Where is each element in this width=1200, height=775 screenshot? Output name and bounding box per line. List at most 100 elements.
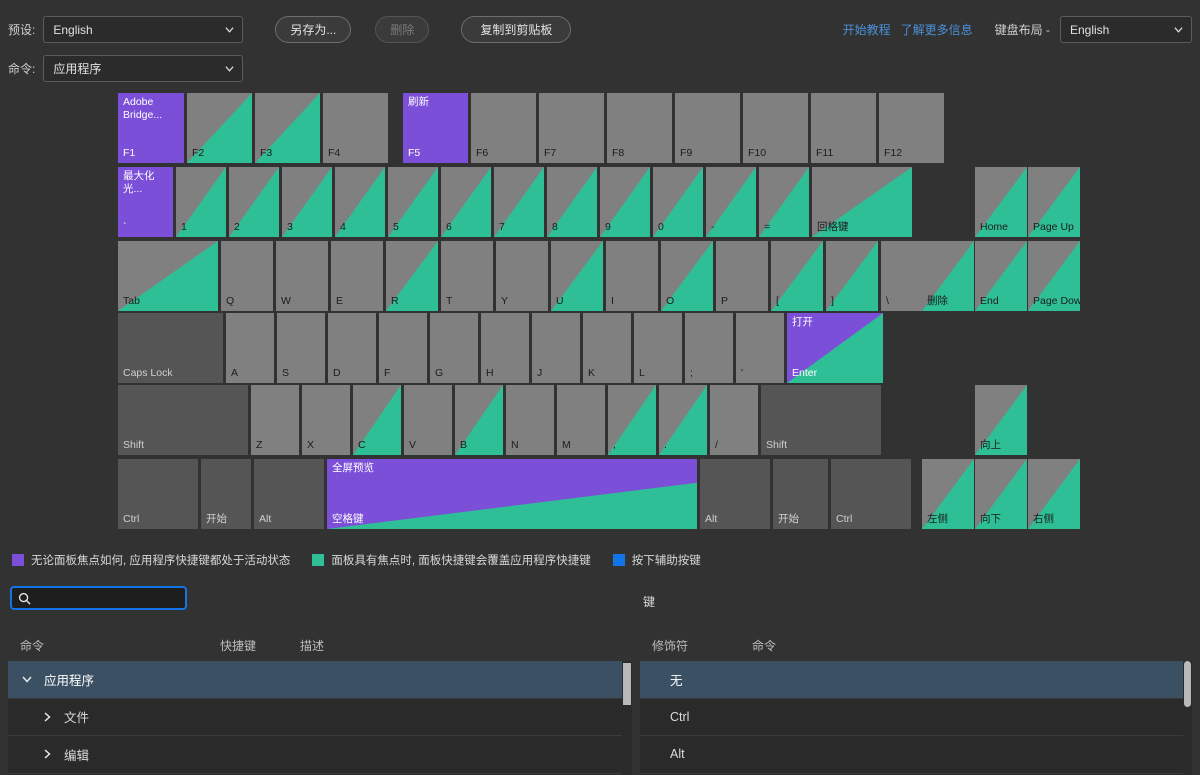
keyboard-key[interactable]: M bbox=[557, 385, 605, 455]
chevron-right-icon[interactable] bbox=[40, 710, 54, 724]
preset-select[interactable]: English bbox=[43, 16, 243, 43]
start-tutorial-link[interactable]: 开始教程 bbox=[843, 21, 891, 38]
keyboard-key[interactable]: F bbox=[379, 313, 427, 383]
table-row[interactable]: 编辑 bbox=[8, 736, 632, 774]
table-row[interactable]: 文件 bbox=[8, 699, 632, 737]
command-select[interactable]: 应用程序 bbox=[43, 55, 243, 82]
keyboard-key[interactable]: V bbox=[404, 385, 452, 455]
keyboard-key[interactable]: Home bbox=[975, 167, 1027, 237]
keyboard-key[interactable]: L bbox=[634, 313, 682, 383]
chevron-right-icon[interactable] bbox=[40, 747, 54, 761]
search-field[interactable] bbox=[10, 586, 187, 610]
keyboard-key[interactable]: 1 bbox=[176, 167, 226, 237]
table-row[interactable]: Ctrl bbox=[640, 699, 1192, 737]
keyboard-key[interactable]: ] bbox=[826, 241, 878, 311]
keyboard-key[interactable]: 9 bbox=[600, 167, 650, 237]
learn-more-link[interactable]: 了解更多信息 bbox=[901, 21, 973, 38]
keyboard-key[interactable]: F7 bbox=[539, 93, 604, 163]
keyboard-key[interactable]: ; bbox=[685, 313, 733, 383]
delete-preset-button[interactable]: 删除 bbox=[375, 16, 429, 43]
commands-table[interactable]: 应用程序文件编辑 bbox=[8, 661, 632, 775]
keyboard-key[interactable]: F11 bbox=[811, 93, 876, 163]
keyboard-key[interactable]: W bbox=[276, 241, 328, 311]
keyboard-key[interactable]: F4 bbox=[323, 93, 388, 163]
keyboard-key[interactable]: H bbox=[481, 313, 529, 383]
keyboard-key[interactable]: T bbox=[441, 241, 493, 311]
keyboard-key[interactable]: 左侧 bbox=[922, 459, 974, 529]
keyboard-key[interactable]: P bbox=[716, 241, 768, 311]
chevron-down-icon[interactable] bbox=[20, 672, 34, 686]
copy-to-clipboard-button[interactable]: 复制到剪贴板 bbox=[461, 16, 571, 43]
keyboard-key[interactable]: Q bbox=[221, 241, 273, 311]
keyboard-key[interactable]: Caps Lock bbox=[118, 313, 223, 383]
keyboard-key[interactable]: D bbox=[328, 313, 376, 383]
keyboard-key[interactable]: Ctrl bbox=[831, 459, 911, 529]
keyboard-key[interactable]: . bbox=[659, 385, 707, 455]
keyboard-key[interactable]: G bbox=[430, 313, 478, 383]
commands-scrollbar[interactable] bbox=[622, 661, 632, 775]
table-row[interactable]: 应用程序 bbox=[8, 661, 632, 699]
keyboard-key[interactable]: Alt bbox=[254, 459, 324, 529]
keyboard-key[interactable]: Alt bbox=[700, 459, 770, 529]
keyboard-key[interactable]: Ctrl bbox=[118, 459, 198, 529]
search-input[interactable] bbox=[37, 588, 179, 608]
keyboard-key[interactable]: 回格键 bbox=[812, 167, 912, 237]
keyboard-key[interactable]: 开始 bbox=[201, 459, 251, 529]
keyboard-key[interactable]: 删除 bbox=[922, 241, 974, 311]
keyboard-key[interactable]: 全屏预览空格键 bbox=[327, 459, 697, 529]
keyboard-key[interactable]: 打开Enter bbox=[787, 313, 883, 383]
keyboard-key[interactable]: Adobe Bridge...F1 bbox=[118, 93, 184, 163]
keyboard-key[interactable]: = bbox=[759, 167, 809, 237]
keyboard-key[interactable]: ' bbox=[736, 313, 784, 383]
keyboard-key[interactable]: End bbox=[975, 241, 1027, 311]
keyboard-key[interactable]: 刷新F5 bbox=[403, 93, 468, 163]
keyboard-key[interactable]: F8 bbox=[607, 93, 672, 163]
keyboard-key[interactable]: F9 bbox=[675, 93, 740, 163]
keyboard-key[interactable]: 0 bbox=[653, 167, 703, 237]
keyboard-key[interactable]: 3 bbox=[282, 167, 332, 237]
keyboard-key[interactable]: A bbox=[226, 313, 274, 383]
keyboard-key[interactable]: X bbox=[302, 385, 350, 455]
keyboard-key[interactable]: R bbox=[386, 241, 438, 311]
keyboard-key[interactable]: I bbox=[606, 241, 658, 311]
modifiers-scrollbar[interactable] bbox=[1183, 661, 1192, 775]
keyboard-key[interactable]: Shift bbox=[118, 385, 248, 455]
keyboard-key[interactable]: U bbox=[551, 241, 603, 311]
keyboard-key[interactable]: 8 bbox=[547, 167, 597, 237]
keyboard-key[interactable]: N bbox=[506, 385, 554, 455]
keyboard-key[interactable]: 最大化光...` bbox=[118, 167, 173, 237]
keyboard-key[interactable]: B bbox=[455, 385, 503, 455]
keyboard-key[interactable]: Page Up bbox=[1028, 167, 1080, 237]
keyboard-key[interactable]: , bbox=[608, 385, 656, 455]
keyboard-key[interactable]: / bbox=[710, 385, 758, 455]
keyboard-key[interactable]: K bbox=[583, 313, 631, 383]
keyboard-key[interactable]: 向上 bbox=[975, 385, 1027, 455]
keyboard-key[interactable]: 4 bbox=[335, 167, 385, 237]
keyboard-key[interactable]: J bbox=[532, 313, 580, 383]
keyboard-key[interactable]: Tab bbox=[118, 241, 218, 311]
keyboard-key[interactable]: Page Down bbox=[1028, 241, 1080, 311]
keyboard-key[interactable]: - bbox=[706, 167, 756, 237]
keyboard-layout-select[interactable]: English bbox=[1060, 16, 1192, 43]
keyboard-key[interactable]: Y bbox=[496, 241, 548, 311]
table-row[interactable]: 无 bbox=[640, 661, 1192, 699]
keyboard-key[interactable]: S bbox=[277, 313, 325, 383]
keyboard-key[interactable]: 6 bbox=[441, 167, 491, 237]
keyboard-key[interactable]: 7 bbox=[494, 167, 544, 237]
keyboard-key[interactable]: F10 bbox=[743, 93, 808, 163]
table-row[interactable]: Alt bbox=[640, 736, 1192, 774]
keyboard-key[interactable]: E bbox=[331, 241, 383, 311]
keyboard-key[interactable]: 开始 bbox=[773, 459, 828, 529]
keyboard-key[interactable]: F12 bbox=[879, 93, 944, 163]
save-as-button[interactable]: 另存为... bbox=[275, 16, 351, 43]
scrollbar-thumb[interactable] bbox=[1184, 661, 1191, 707]
keyboard-key[interactable]: 右侧 bbox=[1028, 459, 1080, 529]
keyboard-key[interactable]: 向下 bbox=[975, 459, 1027, 529]
keyboard-key[interactable]: F2 bbox=[187, 93, 252, 163]
keyboard-key[interactable]: 5 bbox=[388, 167, 438, 237]
keyboard-key[interactable]: F6 bbox=[471, 93, 536, 163]
keyboard-key[interactable]: O bbox=[661, 241, 713, 311]
keyboard-key[interactable]: C bbox=[353, 385, 401, 455]
keyboard-key[interactable]: Z bbox=[251, 385, 299, 455]
keyboard-key[interactable]: [ bbox=[771, 241, 823, 311]
